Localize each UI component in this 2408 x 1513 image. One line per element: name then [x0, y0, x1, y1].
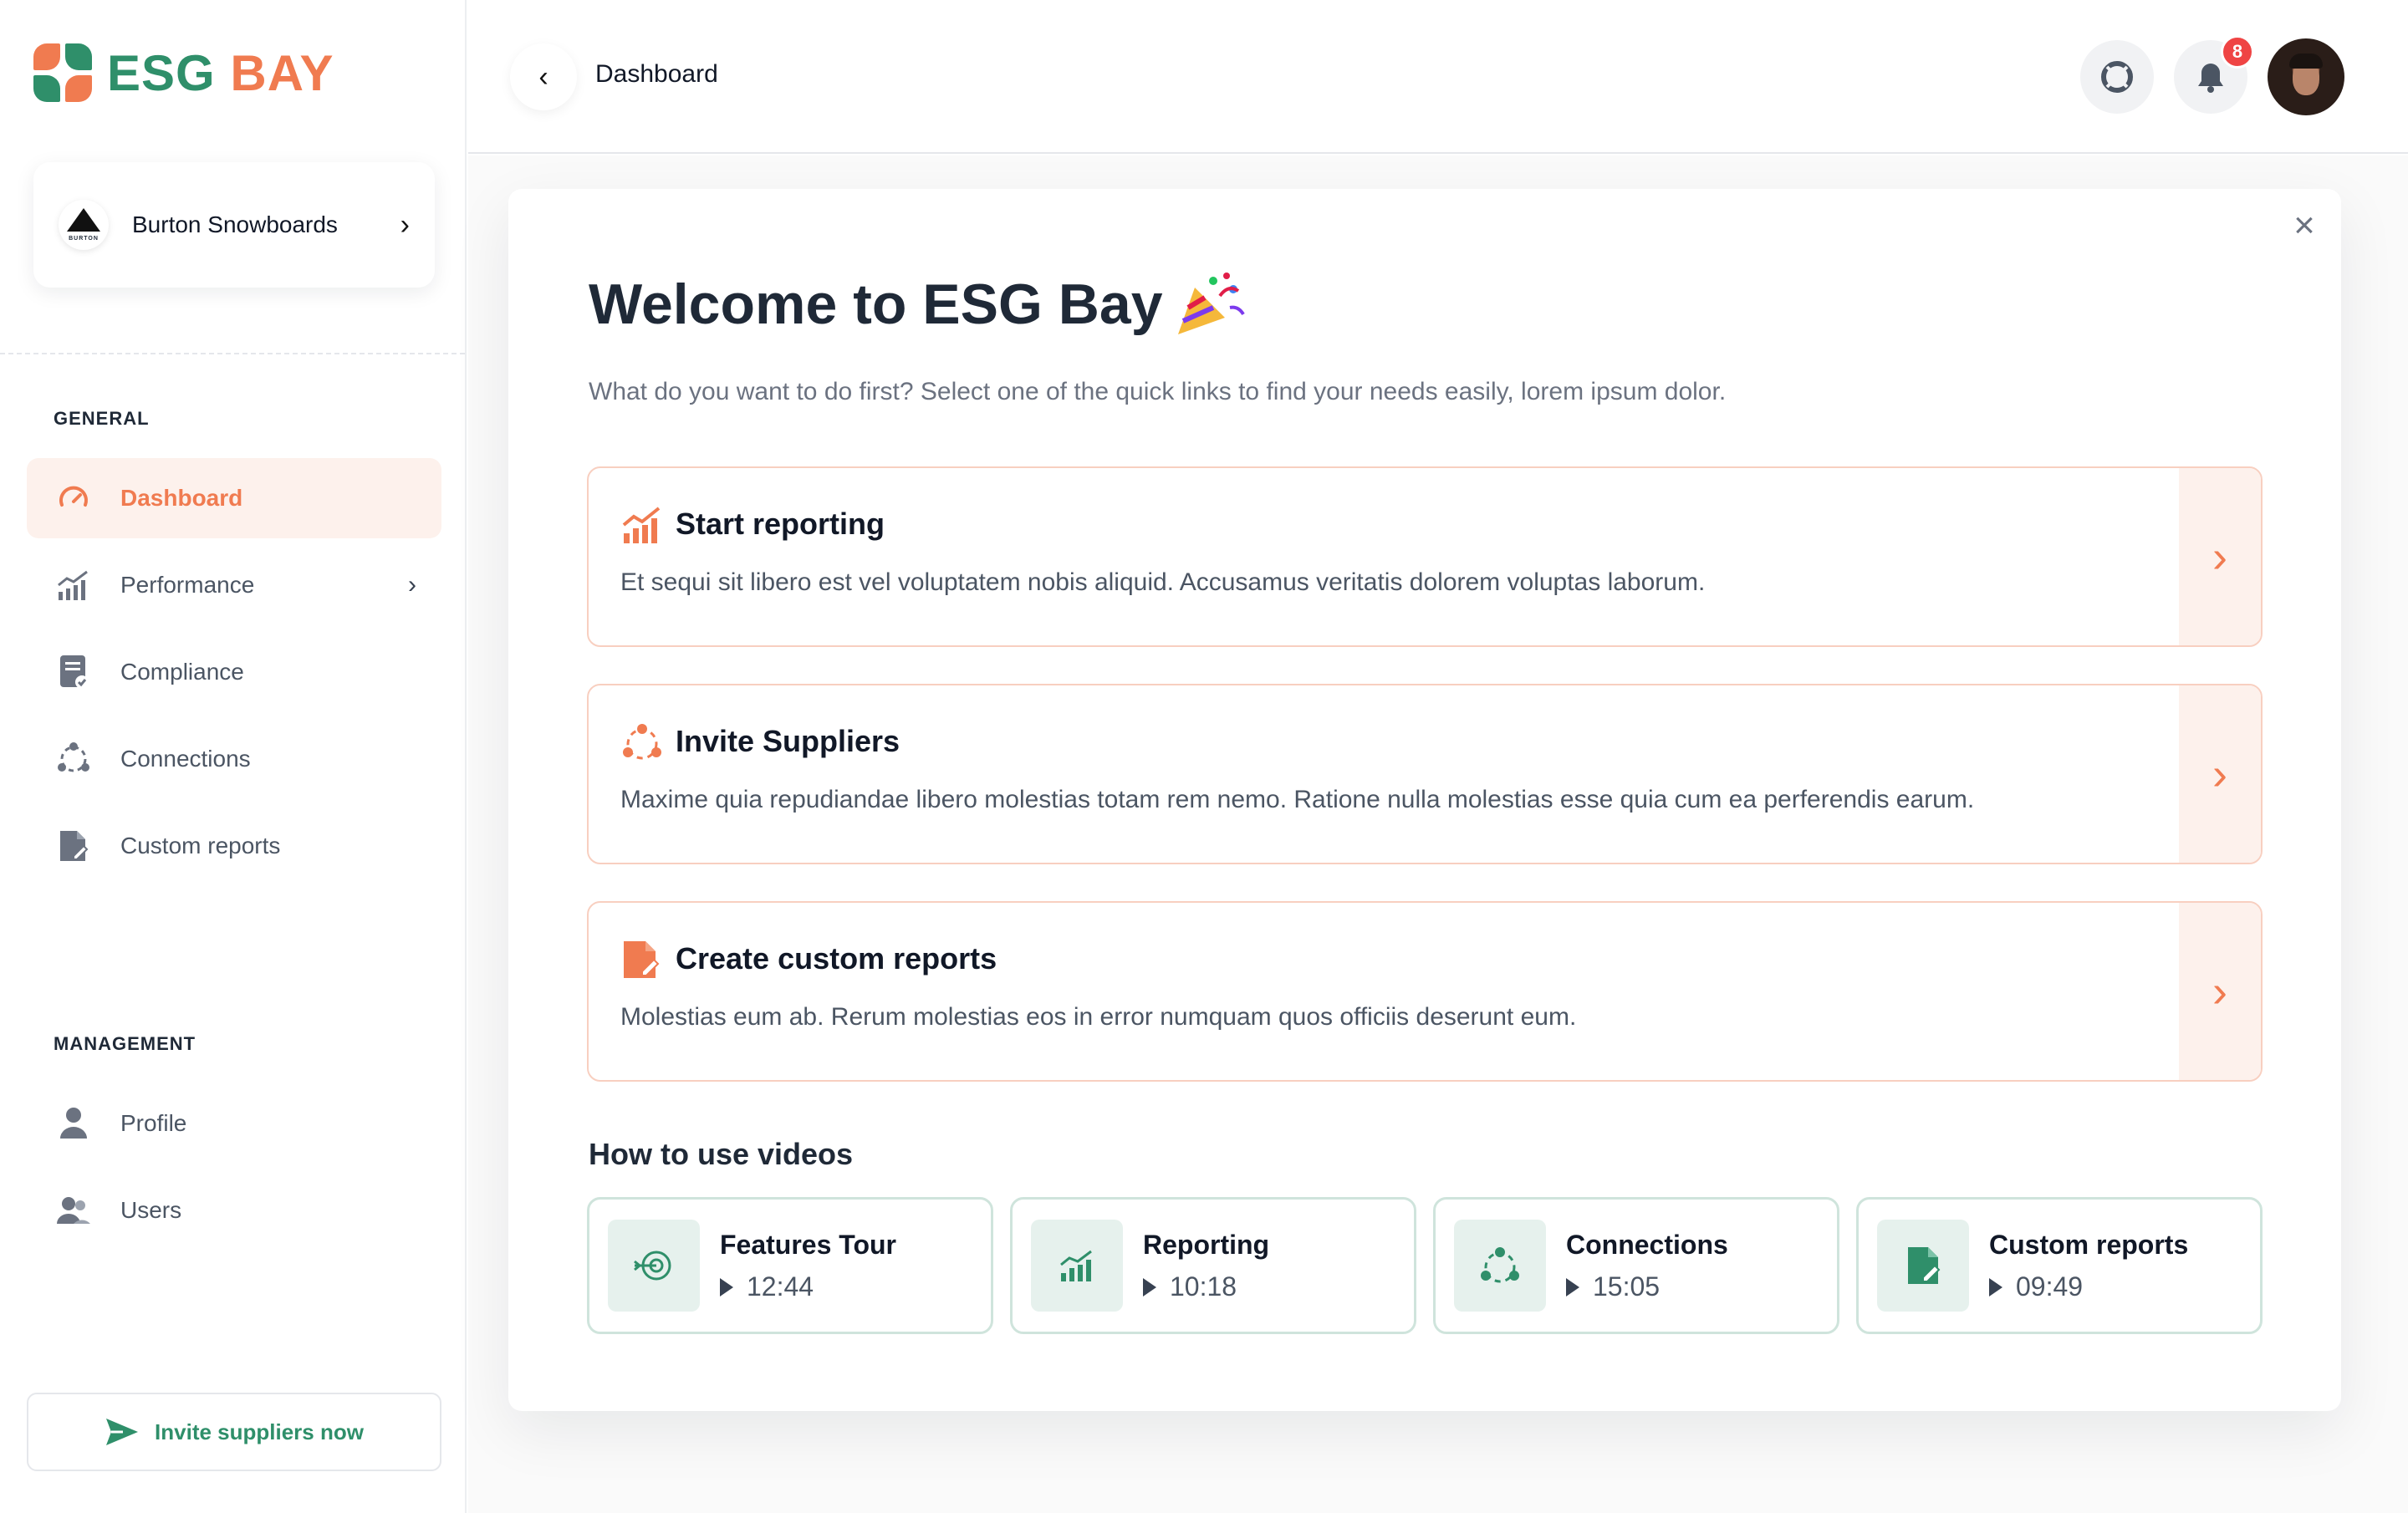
quick-link-invite-suppliers[interactable]: Invite Suppliers Maxime quia repudiandae…: [587, 684, 2263, 864]
invite-suppliers-button[interactable]: Invite suppliers now: [27, 1393, 441, 1471]
brand-logo[interactable]: ESG BAY: [33, 43, 334, 102]
party-popper-icon: [1177, 273, 1245, 334]
quick-link-start-reporting[interactable]: Start reporting Et sequi sit libero est …: [587, 466, 2263, 647]
sidebar-item-label: Performance: [120, 572, 255, 598]
welcome-card: × Welcome to ESG Bay What do you want to…: [508, 189, 2341, 1411]
video-thumbnail: [608, 1220, 700, 1312]
sidebar-item-label: Users: [120, 1197, 182, 1223]
sidebar-item-profile[interactable]: Profile: [27, 1083, 441, 1164]
video-card-features-tour[interactable]: Features Tour 12:44: [587, 1197, 993, 1334]
chart-icon: [1060, 1250, 1092, 1281]
top-header: ‹ Dashboard 8: [468, 0, 2408, 154]
video-thumbnail: [1877, 1220, 1969, 1312]
video-duration-value: 09:49: [2016, 1271, 2084, 1302]
sidebar-item-label: Profile: [120, 1110, 187, 1136]
sidebar-divider: [0, 353, 465, 354]
chart-icon: [55, 567, 92, 604]
quick-link-description: Maxime quia repudiandae libero molestias…: [620, 786, 1975, 813]
video-title: Connections: [1566, 1230, 1728, 1260]
video-duration: 10:18: [1143, 1271, 1237, 1302]
video-duration-value: 10:18: [1170, 1271, 1237, 1302]
lifebuoy-icon: [2101, 61, 2133, 93]
document-edit-icon: [620, 938, 664, 981]
organization-logo-text: BURTON: [69, 236, 99, 242]
sidebar: ESG BAY BURTON Burton Snowboards › GENER…: [0, 0, 467, 1513]
video-card-connections[interactable]: Connections 15:05: [1433, 1197, 1839, 1334]
chevron-right-icon[interactable]: ›: [2179, 468, 2261, 645]
send-icon: [106, 1419, 139, 1445]
logo-mark-icon: [33, 43, 92, 102]
organization-switcher[interactable]: BURTON Burton Snowboards ›: [33, 162, 435, 288]
video-thumbnail: [1031, 1220, 1123, 1312]
notification-badge: 8: [2221, 35, 2254, 69]
video-card-reporting[interactable]: Reporting 10:18: [1010, 1197, 1416, 1334]
user-icon: [55, 1105, 92, 1142]
sidebar-item-performance[interactable]: Performance ›: [27, 545, 441, 625]
video-card-custom-reports[interactable]: Custom reports 09:49: [1856, 1197, 2263, 1334]
video-duration-value: 15:05: [1593, 1271, 1661, 1302]
chevron-left-icon: ‹: [538, 60, 548, 93]
sidebar-item-compliance[interactable]: Compliance: [27, 632, 441, 712]
play-icon: [720, 1277, 733, 1296]
welcome-subtitle: What do you want to do first? Select one…: [589, 378, 1727, 405]
welcome-title-text: Welcome to ESG Bay: [589, 273, 1163, 336]
play-icon: [1989, 1277, 2002, 1296]
brand-name-part1: ESG: [107, 44, 216, 101]
quick-link-title: Create custom reports: [676, 941, 997, 976]
play-icon: [1143, 1277, 1156, 1296]
quick-link-title: Invite Suppliers: [676, 724, 900, 758]
sidebar-item-label: Custom reports: [120, 833, 281, 858]
help-button[interactable]: [2080, 40, 2154, 114]
sidebar-item-dashboard[interactable]: Dashboard: [27, 458, 441, 538]
sidebar-item-connections[interactable]: Connections: [27, 719, 441, 799]
sidebar-item-label: Compliance: [120, 659, 244, 685]
sidebar-item-label: Dashboard: [120, 485, 243, 511]
video-duration: 12:44: [720, 1271, 814, 1302]
quick-link-title: Start reporting: [676, 507, 885, 541]
organization-logo: BURTON: [59, 200, 109, 250]
video-title: Features Tour: [720, 1230, 896, 1260]
chevron-right-icon: ›: [408, 571, 416, 599]
brand-name-part2: BAY: [230, 44, 334, 101]
chart-icon: [620, 503, 664, 547]
video-title: Custom reports: [1989, 1230, 2189, 1260]
sidebar-item-custom-reports[interactable]: Custom reports: [27, 806, 441, 886]
bell-icon: [2198, 64, 2223, 93]
back-button[interactable]: ‹: [510, 43, 577, 110]
connections-icon: [620, 721, 664, 764]
notifications-button[interactable]: 8: [2174, 35, 2254, 114]
video-title: Reporting: [1143, 1230, 1270, 1260]
target-arrow-icon: [634, 1251, 671, 1281]
quick-link-description: Et sequi sit libero est vel voluptatem n…: [620, 568, 1706, 596]
avatar[interactable]: [2268, 38, 2344, 115]
clipboard-check-icon: [55, 654, 92, 690]
organization-name: Burton Snowboards: [132, 211, 338, 237]
quick-link-create-custom-reports[interactable]: Create custom reports Molestias eum ab. …: [587, 901, 2263, 1082]
speedometer-icon: [55, 480, 92, 517]
chevron-right-icon[interactable]: ›: [2179, 903, 2261, 1080]
section-label-general: GENERAL: [54, 408, 150, 429]
connections-icon: [1481, 1247, 1519, 1283]
connections-icon: [55, 741, 92, 777]
video-duration-value: 12:44: [747, 1271, 814, 1302]
brand-name: ESG BAY: [107, 44, 334, 102]
chevron-right-icon: ›: [400, 208, 410, 241]
video-thumbnail: [1454, 1220, 1546, 1312]
section-label-management: MANAGEMENT: [54, 1033, 196, 1054]
sidebar-item-label: Connections: [120, 746, 251, 772]
close-icon[interactable]: ×: [2284, 205, 2324, 246]
users-icon: [55, 1192, 92, 1229]
page-title: Dashboard: [595, 60, 718, 88]
welcome-title: Welcome to ESG Bay: [589, 271, 1247, 338]
sidebar-item-users[interactable]: Users: [27, 1170, 441, 1251]
quick-link-description: Molestias eum ab. Rerum molestias eos in…: [620, 1003, 1577, 1031]
videos-section-title: How to use videos: [589, 1137, 854, 1171]
document-edit-icon: [55, 828, 92, 864]
chevron-right-icon[interactable]: ›: [2179, 685, 2261, 863]
video-duration: 15:05: [1566, 1271, 1660, 1302]
document-edit-icon: [1908, 1247, 1941, 1284]
video-duration: 09:49: [1989, 1271, 2083, 1302]
play-icon: [1566, 1277, 1579, 1296]
invite-suppliers-label: Invite suppliers now: [155, 1419, 364, 1444]
